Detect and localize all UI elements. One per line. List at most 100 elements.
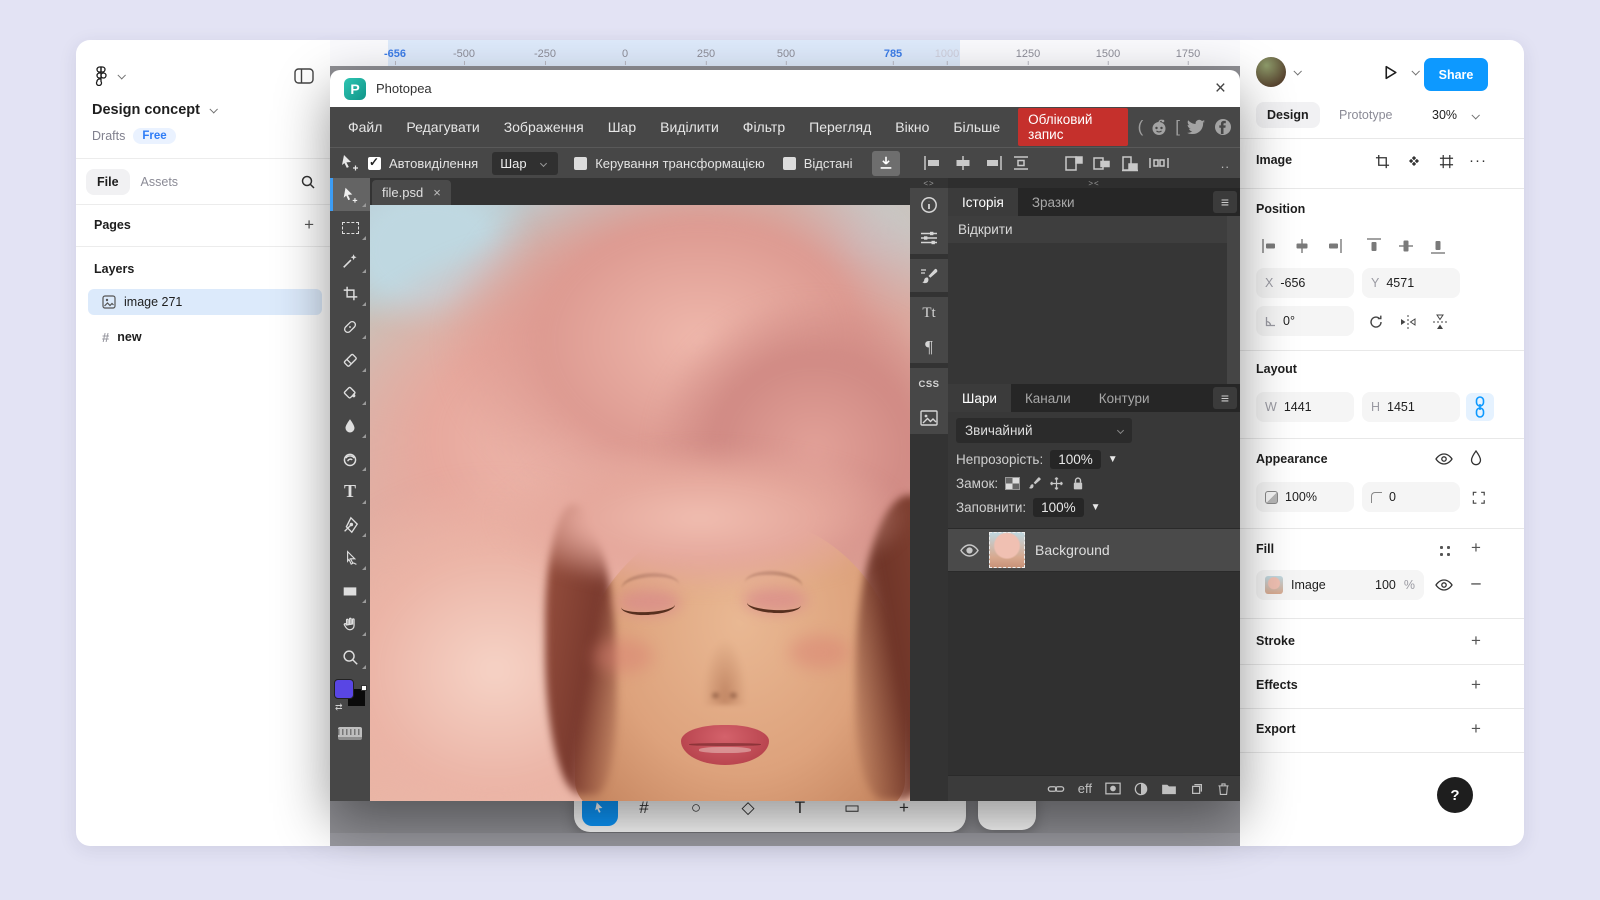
crop-tool[interactable] [330,277,370,310]
document-tab[interactable]: file.psd × [372,180,451,205]
caret-down-icon[interactable]: ▼ [1108,454,1118,465]
account-button[interactable]: Обліковий запис [1018,108,1127,146]
tab-swatches[interactable]: Зразки [1018,188,1089,216]
x-position-field[interactable]: X -656 [1256,268,1354,298]
add-mask-icon[interactable] [1105,782,1121,795]
align-left-icon[interactable] [1258,234,1282,258]
tab-paths[interactable]: Контури [1085,384,1164,412]
actions-button[interactable]: + [878,798,930,818]
align-top-icon[interactable] [1362,234,1386,258]
layer-row-background[interactable]: Background [948,528,1240,572]
distribute-vertical-icon[interactable] [1012,155,1030,171]
align-right-icon[interactable] [1322,234,1346,258]
menu-more[interactable]: Більше [941,119,1012,135]
align-layer-left-icon[interactable] [1064,155,1084,172]
align-layer-bottom-icon[interactable] [1120,155,1140,172]
move-tool[interactable] [330,178,370,211]
group-folder-icon[interactable] [1161,783,1177,795]
options-more-icon[interactable]: .. [1221,156,1230,171]
delete-layer-icon[interactable] [1217,782,1230,796]
tab-assets[interactable]: Assets [130,169,190,195]
brush-settings-icon[interactable] [910,259,948,292]
menu-image[interactable]: Зображення [492,119,596,135]
collapse-handle[interactable]: >< [948,178,1240,188]
menu-file[interactable]: Файл [336,119,394,135]
frame-tool-button[interactable]: # [618,798,670,818]
menu-select[interactable]: Виділити [648,119,731,135]
marquee-select-tool[interactable] [330,211,370,244]
search-icon[interactable] [300,174,316,190]
info-icon[interactable] [910,188,948,221]
tab-history[interactable]: Історія [948,188,1018,216]
y-position-field[interactable]: Y 4571 [1362,268,1460,298]
align-v-center-icon[interactable] [1394,234,1418,258]
height-field[interactable]: H 1451 [1362,392,1460,422]
photopea-titlebar[interactable]: P Photopea × [330,70,1240,107]
horizontal-scrollbar[interactable] [330,833,1240,846]
swap-colors-icon[interactable]: ⇄ [335,702,343,713]
new-layer-icon[interactable] [1190,782,1204,796]
menu-edit[interactable]: Редагувати [394,119,491,135]
tab-prototype[interactable]: Prototype [1328,102,1404,128]
flip-vertical-icon[interactable] [1428,310,1452,334]
eye-icon[interactable] [1432,447,1456,471]
chevron-down-icon[interactable] [117,71,125,79]
blur-tool[interactable] [330,409,370,442]
flip-horizontal-icon[interactable] [1396,310,1420,334]
tab-layers[interactable]: Шари [948,384,1011,412]
align-bottom-icon[interactable] [1426,234,1450,258]
fill-value[interactable]: 100% [1033,498,1084,517]
adjustments-sliders-icon[interactable] [910,221,948,254]
direct-select-tool[interactable] [330,541,370,574]
share-button[interactable]: Share [1424,58,1488,91]
vertical-scrollbar[interactable] [1227,216,1240,384]
pen-tool-button[interactable]: ◇ [722,798,774,818]
zoom-tool[interactable] [330,640,370,673]
panel-menu-icon[interactable]: ≡ [1213,191,1237,213]
facebook-icon[interactable] [1212,116,1234,138]
comment-tool-button[interactable]: ▭ [826,798,878,818]
layer-row-image-271[interactable]: image 271 [88,289,322,315]
expand-icon[interactable] [1466,485,1490,509]
add-effect-button[interactable]: + [1464,673,1488,697]
character-panel-icon[interactable]: Tt [910,297,948,330]
image-panel-icon[interactable] [910,401,948,434]
adjustment-layer-icon[interactable] [1134,782,1148,796]
download-button[interactable] [872,151,900,176]
distribute-horizontal-icon[interactable] [1148,156,1170,170]
paragraph-panel-icon[interactable]: ¶ [910,330,948,363]
corner-radius-field[interactable]: 0 [1362,482,1460,512]
chevron-down-icon[interactable] [209,105,217,113]
add-export-button[interactable]: + [1464,717,1488,741]
collapse-handle[interactable]: <> [910,178,948,188]
link-layers-icon[interactable] [1047,783,1065,795]
healing-brush-tool[interactable] [330,310,370,343]
avatar[interactable] [1256,57,1286,87]
close-icon[interactable]: × [433,185,441,200]
layer-thumbnail[interactable] [989,532,1025,568]
keyboard-icon[interactable] [338,727,362,740]
lock-paint-icon[interactable] [1027,476,1042,491]
add-stroke-button[interactable]: + [1464,629,1488,653]
lock-transparency-icon[interactable] [1005,477,1020,490]
css-panel-icon[interactable]: CSS [910,368,948,401]
transform-controls-checkbox[interactable] [574,157,587,170]
figma-logo-icon[interactable] [92,66,110,86]
twitter-icon[interactable] [1185,116,1207,138]
history-step-open[interactable]: Відкрити [948,216,1240,243]
hand-tool[interactable] [330,607,370,640]
layer-row-new[interactable]: # new [88,324,322,350]
present-play-icon[interactable] [1382,64,1399,81]
component-icon[interactable] [1402,149,1426,173]
frame-icon[interactable] [1434,149,1458,173]
align-right-edges-icon[interactable] [982,155,1004,171]
clone-stamp-tool[interactable] [330,376,370,409]
layer-effects-button[interactable]: eff [1078,781,1092,796]
reddit-icon[interactable] [1148,116,1170,138]
panel-menu-icon[interactable]: ≡ [1213,387,1237,409]
close-icon[interactable]: × [1215,79,1226,98]
lock-all-icon[interactable] [1071,476,1085,491]
menu-layer[interactable]: Шар [596,119,648,135]
menu-filter[interactable]: Фільтр [731,119,797,135]
add-page-button[interactable]: + [304,215,314,235]
